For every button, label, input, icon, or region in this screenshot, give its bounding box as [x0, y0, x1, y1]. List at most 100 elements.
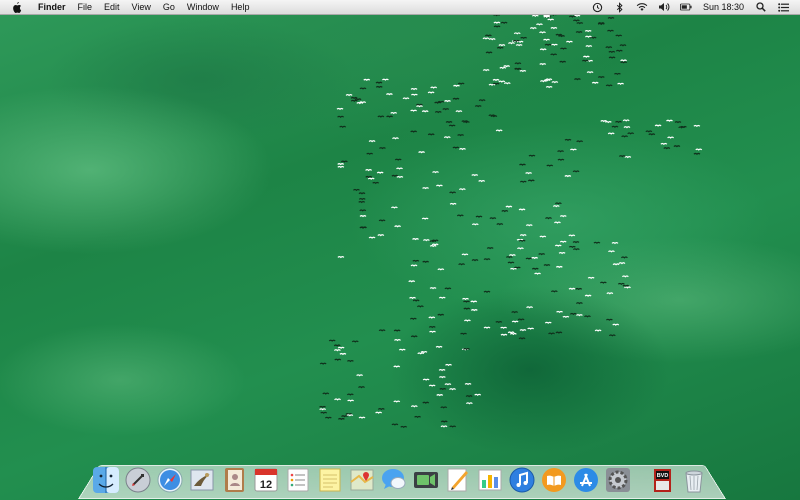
contacts-icon[interactable]: [220, 466, 248, 494]
wallpaper-bird: [554, 244, 562, 247]
menu-view[interactable]: View: [126, 2, 157, 12]
wallpaper-bird: [582, 55, 590, 58]
wallpaper-bird: [482, 69, 490, 72]
notes-icon[interactable]: [316, 466, 344, 494]
wallpaper-bird: [554, 221, 561, 224]
wallpaper-bird: [483, 290, 491, 293]
menu-edit[interactable]: Edit: [98, 2, 126, 12]
wallpaper-bird: [615, 120, 622, 124]
wallpaper-bird: [525, 172, 533, 175]
wallpaper-bird: [470, 309, 478, 312]
wallpaper-bird: [416, 103, 423, 107]
wallpaper-bird: [464, 383, 472, 386]
wallpaper-bird: [337, 115, 345, 119]
wallpaper-bird: [618, 262, 626, 265]
wallpaper-bird: [463, 319, 471, 322]
wallpaper-bird: [534, 272, 541, 275]
notification-center-icon[interactable]: [777, 1, 789, 13]
wallpaper-bird: [339, 125, 347, 129]
finder-icon[interactable]: [92, 466, 120, 494]
reminders-icon[interactable]: [284, 466, 312, 494]
wallpaper-bird: [679, 125, 687, 129]
wallpaper-bird: [545, 86, 553, 89]
wallpaper-bird: [693, 152, 701, 156]
wifi-icon[interactable]: [636, 1, 648, 13]
volume-icon[interactable]: [658, 1, 670, 13]
menu-go[interactable]: Go: [157, 2, 181, 12]
spotlight-icon[interactable]: [755, 1, 767, 13]
wallpaper-bird: [429, 240, 437, 243]
wallpaper-bird: [500, 21, 508, 25]
messages-icon[interactable]: [380, 466, 408, 494]
wallpaper-bird: [667, 136, 675, 139]
wallpaper-bird: [474, 105, 482, 108]
wallpaper-bird: [443, 136, 451, 139]
wallpaper-bird: [493, 21, 501, 24]
wallpaper-bird: [576, 22, 584, 25]
wallpaper-bird: [548, 332, 555, 335]
wallpaper-bird: [458, 263, 466, 266]
wallpaper-bird: [418, 151, 426, 154]
wallpaper-bird: [376, 171, 384, 174]
wallpaper-bird: [394, 225, 402, 228]
wallpaper-bird: [543, 38, 550, 42]
wallpaper-bird: [358, 386, 365, 389]
trash-icon[interactable]: [680, 466, 708, 494]
wallpaper-bird: [444, 383, 452, 386]
wallpaper-bird: [498, 44, 506, 47]
wallpaper-bird: [368, 236, 376, 239]
wallpaper-bird: [488, 83, 496, 86]
document-stack-icon[interactable]: BVD: [648, 466, 676, 494]
wallpaper-bird: [378, 219, 386, 222]
wallpaper-bird: [509, 332, 517, 336]
menubar-clock[interactable]: Sun 18:30: [703, 2, 744, 12]
wallpaper-bird: [359, 101, 367, 104]
wallpaper-bird: [396, 176, 404, 179]
itunes-icon[interactable]: [508, 466, 536, 494]
wallpaper-bird: [375, 81, 383, 84]
wallpaper-bird: [394, 158, 402, 161]
time-machine-icon[interactable]: [592, 1, 604, 13]
wallpaper-bird: [488, 114, 496, 117]
wallpaper-bird: [612, 263, 620, 266]
bluetooth-icon[interactable]: [614, 1, 626, 13]
safari-icon[interactable]: [156, 466, 184, 494]
wallpaper-bird: [437, 100, 445, 104]
wallpaper-bird: [483, 258, 491, 261]
wallpaper-bird: [545, 217, 552, 220]
mail-icon[interactable]: [188, 466, 216, 494]
apple-menu-icon[interactable]: [12, 1, 24, 13]
wallpaper-bird: [462, 297, 469, 301]
wallpaper-bird: [608, 250, 615, 253]
pages-icon[interactable]: [444, 466, 472, 494]
menu-app-name[interactable]: Finder: [32, 2, 72, 12]
wallpaper-bird: [455, 110, 463, 113]
wallpaper-bird: [539, 63, 547, 66]
launchpad-icon[interactable]: [124, 466, 152, 494]
wallpaper-bird: [520, 36, 528, 40]
battery-icon[interactable]: [679, 1, 692, 13]
maps-icon[interactable]: [348, 466, 376, 494]
system-preferences-icon[interactable]: [604, 466, 632, 494]
wallpaper-bird: [531, 256, 539, 260]
app-store-icon[interactable]: [572, 466, 600, 494]
wallpaper-bird: [614, 72, 621, 76]
facetime-icon[interactable]: [412, 466, 440, 494]
wallpaper-bird: [517, 318, 525, 321]
ibooks-icon[interactable]: [540, 466, 568, 494]
wallpaper-bird: [531, 14, 539, 18]
wallpaper-bird: [514, 62, 522, 65]
wallpaper-bird: [519, 329, 527, 332]
numbers-icon[interactable]: [476, 466, 504, 494]
wallpaper-bird: [568, 287, 576, 291]
wallpaper-bird: [457, 82, 465, 85]
menu-file[interactable]: File: [72, 2, 99, 12]
wallpaper-bird: [410, 130, 418, 133]
wallpaper-bird: [427, 91, 435, 94]
menu-help[interactable]: Help: [225, 2, 256, 12]
wallpaper-bird: [513, 32, 521, 35]
menu-window[interactable]: Window: [181, 2, 225, 12]
calendar-icon[interactable]: 12: [252, 466, 280, 494]
wallpaper-bird: [599, 281, 607, 284]
wallpaper-bird: [470, 300, 478, 303]
